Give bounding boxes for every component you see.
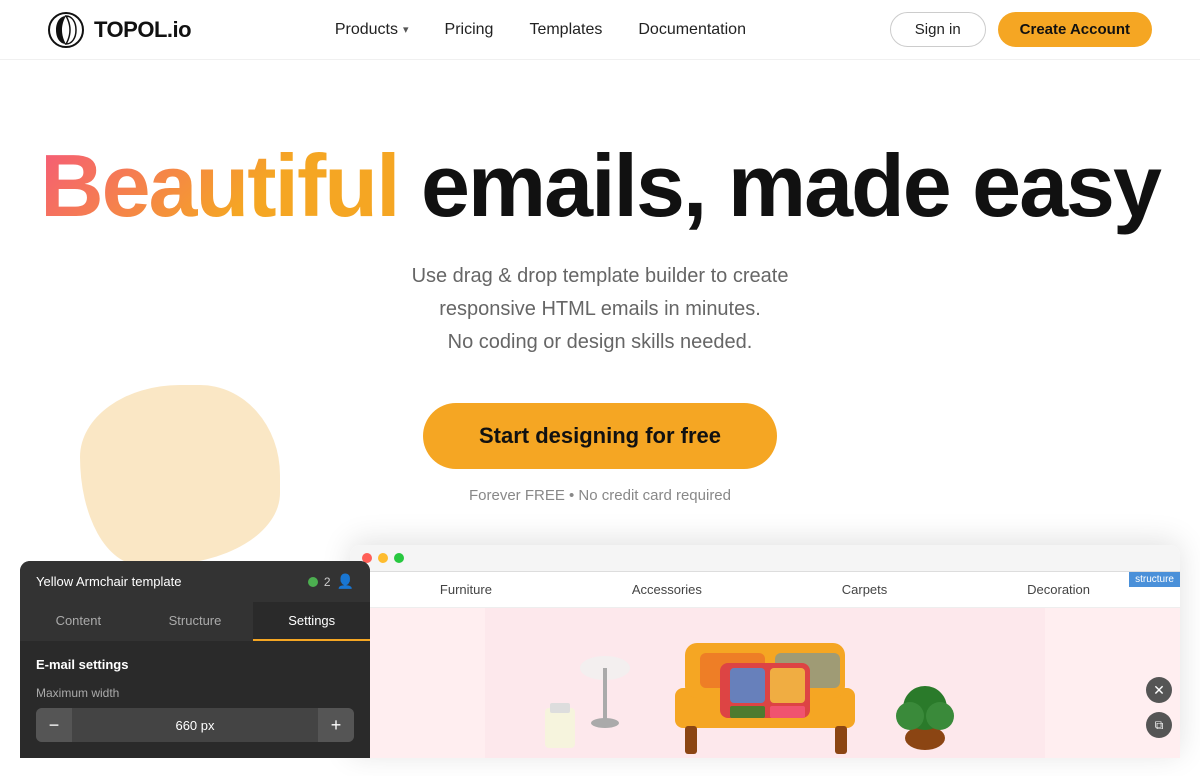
delete-overlay-button[interactable]: ✕: [1146, 677, 1172, 703]
copy-overlay-button[interactable]: ⧉: [1146, 712, 1172, 738]
browser-dot-yellow: [378, 553, 388, 563]
nav-item-pricing[interactable]: Pricing: [445, 21, 494, 38]
template-nav-carpets: Carpets: [842, 582, 888, 597]
editor-panel: Yellow Armchair template 2 👤 Content Str…: [20, 561, 370, 758]
editor-section-title: E-mail settings: [36, 657, 354, 672]
template-preview: + Furniture Accessories Carpets Decorati…: [350, 572, 1180, 758]
editor-tabs: Content Structure Settings: [20, 602, 370, 641]
nav-actions: Sign in Create Account: [890, 12, 1152, 47]
hero-note: Forever FREE • No credit card required: [469, 487, 731, 504]
editor-header: Yellow Armchair template 2 👤: [20, 561, 370, 602]
nav-links: Products ▾ Pricing Templates Documentati…: [335, 21, 746, 39]
signin-button[interactable]: Sign in: [890, 12, 986, 47]
cta-button[interactable]: Start designing for free: [423, 403, 777, 469]
user-count: 2: [324, 575, 331, 589]
create-account-button[interactable]: Create Account: [998, 12, 1152, 47]
minus-button[interactable]: −: [36, 708, 72, 742]
online-indicator: [308, 577, 318, 587]
logo-icon: [48, 12, 84, 48]
editor-badges: 2 👤: [308, 573, 354, 590]
browser-preview: + Furniture Accessories Carpets Decorati…: [350, 545, 1180, 758]
template-furniture-image: [485, 608, 1045, 758]
browser-bar: [350, 545, 1180, 572]
field-value: 660 px: [72, 718, 318, 733]
plus-button[interactable]: +: [318, 708, 354, 742]
editor-field-control: − 660 px +: [36, 708, 354, 742]
tab-content[interactable]: Content: [20, 602, 137, 641]
logo-text: TOPOL.io: [94, 17, 191, 43]
template-nav-furniture: Furniture: [440, 582, 492, 597]
browser-dot-green: [394, 553, 404, 563]
template-content: ✕ ⧉: [350, 608, 1180, 758]
decorative-blob: [80, 385, 280, 565]
preview-section: Yellow Armchair template 2 👤 Content Str…: [20, 545, 1180, 758]
template-structure-label: structure: [1129, 572, 1180, 587]
logo-link[interactable]: TOPOL.io: [48, 12, 191, 48]
nav-item-templates[interactable]: Templates: [529, 21, 602, 38]
template-nav-decoration: Decoration: [1027, 582, 1090, 597]
tab-structure[interactable]: Structure: [137, 602, 254, 641]
tab-settings[interactable]: Settings: [253, 602, 370, 641]
nav-item-documentation[interactable]: Documentation: [638, 21, 746, 38]
template-nav-accessories: Accessories: [632, 582, 702, 597]
editor-template-name: Yellow Armchair template: [36, 574, 181, 589]
chevron-down-icon: ▾: [403, 23, 409, 36]
hero-title: Beautiful emails, made easy: [40, 140, 1160, 232]
editor-body: E-mail settings Maximum width − 660 px +: [20, 641, 370, 758]
editor-field-label: Maximum width: [36, 686, 354, 700]
main-nav: TOPOL.io Products ▾ Pricing Templates Do…: [0, 0, 1200, 60]
template-nav: + Furniture Accessories Carpets Decorati…: [350, 572, 1180, 608]
hero-title-rest: emails, made easy: [399, 136, 1160, 235]
nav-item-products[interactable]: Products ▾: [335, 21, 409, 39]
hero-title-gradient: Beautiful: [40, 136, 398, 235]
hero-subtitle: Use drag & drop template builder to crea…: [350, 260, 850, 359]
user-icon: 👤: [337, 573, 354, 590]
hero-section: Beautiful emails, made easy Use drag & d…: [0, 60, 1200, 545]
